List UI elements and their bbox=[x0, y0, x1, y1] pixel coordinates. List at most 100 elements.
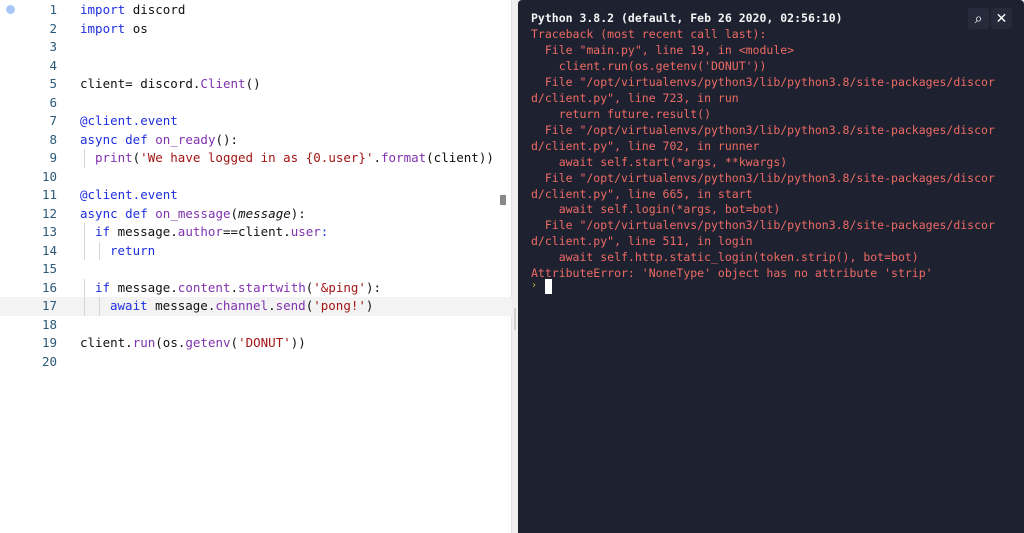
code-token: . bbox=[268, 298, 276, 313]
code-token: ==client. bbox=[222, 224, 291, 239]
resize-grip[interactable] bbox=[514, 308, 516, 330]
close-icon[interactable]: ✕ bbox=[991, 8, 1012, 29]
code-token: 'We have logged in as {0.user}' bbox=[140, 150, 374, 165]
console-output-line: await self.http.static_login(token.strip… bbox=[531, 250, 919, 265]
console-output-line: client.run(os.getenv('DONUT')) bbox=[531, 58, 767, 73]
code-text: if message.content.startwith('&ping'): bbox=[95, 279, 381, 298]
line-number: 12 bbox=[41, 205, 57, 221]
code-line[interactable]: 17 await message.channel.send('pong!') bbox=[0, 297, 512, 316]
line-number: 15 bbox=[41, 261, 57, 276]
code-line[interactable]: 12 async def on_message(message): bbox=[0, 205, 512, 224]
code-line[interactable]: 14 return bbox=[0, 241, 512, 261]
line-number: 3 bbox=[49, 39, 57, 54]
code-line[interactable]: 16 if message.content.startwith('&ping'): bbox=[0, 278, 512, 298]
code-text: client= discord.Client() bbox=[80, 75, 261, 94]
console-pane[interactable]: Python 3.8.2 (default, Feb 26 2020, 02:5… bbox=[518, 0, 1024, 533]
code-token: () bbox=[245, 76, 261, 91]
code-token: @client.event bbox=[80, 187, 178, 202]
code-token: on_ready bbox=[155, 131, 216, 147]
indent-guide bbox=[84, 278, 85, 297]
code-line[interactable]: 5 client= discord.Client() bbox=[0, 75, 512, 94]
code-token: print bbox=[95, 150, 133, 165]
code-token: ( bbox=[230, 205, 239, 221]
code-token: message bbox=[238, 205, 291, 221]
code-line[interactable]: 8 async def on_ready(): bbox=[0, 131, 512, 150]
code-token: channel bbox=[215, 298, 269, 313]
code-line[interactable]: 7 @client.event bbox=[0, 112, 512, 131]
code-editor[interactable]: 1 import discord 2 import os 3 4 5 client= disc… bbox=[0, 0, 512, 533]
code-text: print('We have logged in as {0.user}'.fo… bbox=[95, 149, 494, 168]
code-token: getenv bbox=[185, 335, 231, 350]
code-token: 'pong!' bbox=[313, 298, 366, 313]
code-token: (client)) bbox=[426, 150, 494, 165]
line-number: 13 bbox=[41, 224, 57, 239]
code-token: ( bbox=[230, 335, 239, 350]
line-number: 20 bbox=[41, 353, 57, 369]
line-number: 10 bbox=[41, 168, 57, 184]
code-token: message. bbox=[117, 279, 178, 295]
console-header: Python 3.8.2 (default, Feb 26 2020, 02:5… bbox=[531, 11, 843, 25]
code-line[interactable]: 15 bbox=[0, 260, 512, 279]
console-output-line: return future.result() bbox=[531, 106, 712, 121]
line-number: 1 bbox=[49, 2, 57, 17]
code-token: 'DONUT' bbox=[238, 335, 291, 350]
code-token: ) bbox=[365, 298, 374, 313]
indent-guide bbox=[84, 223, 85, 242]
console-input-cursor[interactable] bbox=[545, 279, 552, 294]
console-output-line: File "/opt/virtualenvs/python3/lib/pytho… bbox=[531, 122, 995, 137]
code-token: . bbox=[230, 279, 239, 295]
code-line[interactable]: 9 print('We have logged in as {0.user}'.f… bbox=[0, 149, 512, 168]
console-output-line: d/client.py", line 702, in runner bbox=[531, 138, 760, 153]
console-output-line: File "/opt/virtualenvs/python3/lib/pytho… bbox=[531, 74, 995, 89]
code-line[interactable]: 1 import discord bbox=[0, 1, 512, 20]
code-line[interactable]: 6 bbox=[0, 94, 512, 113]
code-token: on_message bbox=[155, 205, 231, 221]
code-token: (os. bbox=[155, 335, 186, 350]
line-number: 9 bbox=[49, 150, 57, 165]
indent-guide bbox=[84, 241, 85, 260]
line-number: 2 bbox=[49, 20, 57, 36]
code-line[interactable]: 2 import os bbox=[0, 20, 512, 39]
line-number: 6 bbox=[49, 94, 57, 110]
code-text: import discord bbox=[80, 1, 185, 20]
code-text: async def on_ready(): bbox=[80, 131, 238, 150]
code-token: os bbox=[132, 20, 148, 36]
code-token: run bbox=[132, 335, 156, 350]
code-token: import bbox=[80, 2, 126, 17]
console-output-line: d/client.py", line 665, in start bbox=[531, 186, 753, 201]
indent-guide bbox=[84, 149, 85, 168]
code-line[interactable]: 13 if message.author==client.user: bbox=[0, 223, 512, 242]
code-token: import bbox=[80, 20, 126, 36]
code-text: await message.channel.send('pong!') bbox=[110, 297, 373, 316]
search-icon[interactable]: ⌕ bbox=[968, 8, 989, 29]
code-line[interactable]: 11 @client.event bbox=[0, 186, 512, 205]
code-token: '&ping' bbox=[313, 279, 366, 295]
code-token: ): bbox=[365, 279, 382, 295]
code-token: (): bbox=[215, 131, 239, 147]
code-line[interactable]: 19 client.run(os.getenv('DONUT')) bbox=[0, 334, 512, 353]
code-line[interactable]: 4 bbox=[0, 57, 512, 76]
indent-guide bbox=[84, 297, 85, 316]
code-token: message. bbox=[117, 224, 178, 239]
code-text: return bbox=[110, 242, 155, 261]
code-line[interactable]: 20 bbox=[0, 353, 512, 372]
code-line[interactable]: 3 bbox=[0, 38, 512, 57]
code-line[interactable]: 18 bbox=[0, 316, 512, 335]
line-number: 4 bbox=[49, 57, 57, 73]
code-token: return bbox=[110, 242, 156, 258]
code-text: @client.event bbox=[80, 112, 178, 131]
code-token: )) bbox=[290, 335, 306, 350]
code-text: if message.author==client.user: bbox=[95, 223, 328, 242]
code-token: message. bbox=[155, 298, 216, 313]
code-token: client. bbox=[80, 335, 133, 350]
code-token: @client.event bbox=[80, 113, 178, 128]
code-line[interactable]: 10 bbox=[0, 168, 512, 187]
editor-scrollbar[interactable] bbox=[500, 195, 506, 205]
console-output-line: File "/opt/virtualenvs/python3/lib/pytho… bbox=[531, 218, 995, 233]
code-token: client= discord. bbox=[80, 76, 201, 91]
line-number: 17 bbox=[41, 298, 57, 313]
code-token: content bbox=[177, 279, 231, 295]
line-number: 19 bbox=[41, 335, 57, 350]
code-text: async def on_message(message): bbox=[80, 205, 306, 224]
code-text: @client.event bbox=[80, 186, 178, 205]
